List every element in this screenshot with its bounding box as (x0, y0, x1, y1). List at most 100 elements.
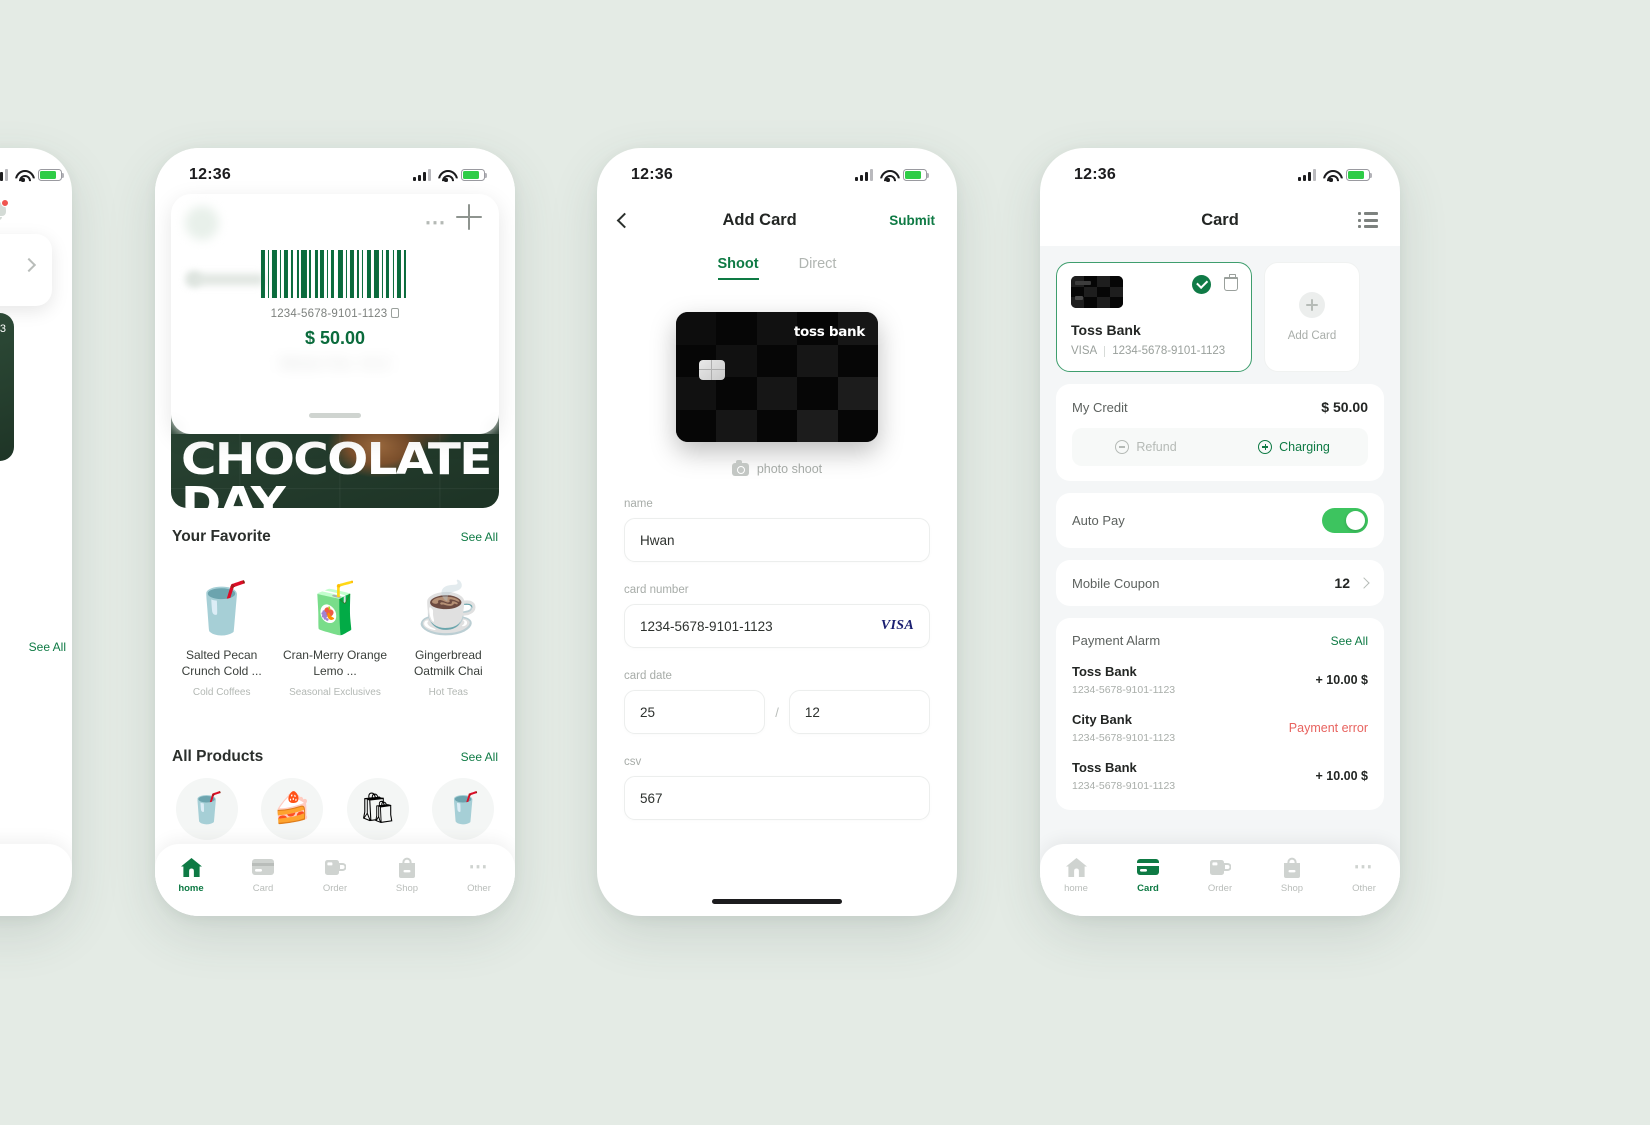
mug-icon (299, 855, 371, 879)
status-bar: 12:36 (155, 148, 515, 194)
see-all-favorites[interactable]: See All (29, 640, 66, 654)
refund-button[interactable]: Refund (1072, 440, 1220, 454)
plus-circle-icon (1258, 440, 1273, 454)
navigation-bar: Add Card Submit (597, 194, 957, 246)
tab-card[interactable]: Card (227, 855, 299, 894)
submit-button[interactable]: Submit (889, 213, 935, 228)
tab-home[interactable]: home (1040, 855, 1112, 894)
card-date-month-input[interactable]: 25 (624, 690, 766, 734)
ellipsis-icon[interactable]: ⋯ (0, 858, 72, 879)
minus-circle-icon (1115, 440, 1130, 454)
avatar-blur (185, 206, 219, 240)
auto-pay-toggle[interactable] (1322, 508, 1368, 533)
photo-shoot-button[interactable]: photo shoot (597, 460, 957, 476)
mobile-coupon-panel[interactable]: Mobile Coupon 12 (1056, 560, 1384, 606)
ellipsis-icon: ⋯ (468, 856, 490, 878)
see-all-payment-alarm[interactable]: See All (1331, 634, 1368, 648)
card-name: Toss Bank (1071, 322, 1141, 338)
phone-card: 12:36 Card Toss Bank VISA 1234-5678-9101… (1040, 148, 1400, 916)
alarm-bank: Toss Bank (1072, 664, 1137, 679)
battery-icon (461, 169, 488, 181)
card-date-year-input[interactable]: 12 (788, 690, 930, 734)
cellular-signal-icon (855, 169, 873, 181)
payment-alarm-row[interactable]: Toss Bank 1234-5678-9101-1123 + 10.00 $ (1072, 760, 1368, 792)
date-separator: / (775, 704, 779, 720)
favorite-name: Gingerbread Oatmilk Chai (413, 648, 483, 678)
copy-icon[interactable] (391, 308, 400, 318)
favorite-category: Seasonal Exclusives (289, 686, 381, 698)
mug-icon (1184, 855, 1256, 879)
tab-other[interactable]: ⋯ Other (1328, 855, 1400, 895)
favorite-item[interactable]: ☕ Gingerbread Oatmilk Chai Hot Teas (394, 560, 503, 698)
barcode-card-partial[interactable] (0, 234, 52, 306)
tab-order[interactable]: Order (1184, 855, 1256, 894)
field-name: name Hwan (597, 498, 957, 562)
favorite-category: Hot Teas (428, 686, 468, 698)
list-icon[interactable] (1358, 212, 1378, 228)
wifi-icon (15, 169, 31, 182)
tab-label-other: Other (467, 883, 491, 894)
status-time: 12:36 (189, 166, 231, 183)
promo-banner-partial[interactable]: 1/3 (0, 313, 14, 461)
cellular-signal-icon (0, 169, 8, 181)
auto-pay-row: Auto Pay (1072, 508, 1368, 533)
status-bar: 12:36 (1040, 148, 1400, 194)
battery-icon (38, 169, 65, 181)
favorite-category: Cold Coffees (192, 686, 251, 698)
chevron-right-icon[interactable] (21, 257, 37, 273)
payment-alarm-row[interactable]: City Bank 1234-5678-9101-1123 Payment er… (1072, 712, 1368, 744)
tab-label-other: Other (1352, 883, 1376, 894)
see-all-favorites[interactable]: See All (461, 530, 498, 544)
drag-handle[interactable] (309, 413, 361, 418)
tab-other[interactable]: ⋯ Other (443, 855, 515, 895)
tab-shop[interactable]: Shop (1256, 855, 1328, 894)
csv-input[interactable]: 567 (624, 776, 930, 820)
check-circle-icon[interactable] (1192, 275, 1211, 294)
mobile-coupon-label: Mobile Coupon (1072, 575, 1160, 591)
plus-icon[interactable] (456, 204, 482, 230)
tab-order[interactable]: Order (299, 855, 371, 894)
favorite-item[interactable]: 🥤 Salted Pecan Crunch Cold ... Cold Coff… (167, 560, 276, 698)
favorite-item[interactable]: 🧃 Cran-Merry Orange Lemo ... Seasonal Ex… (280, 560, 389, 698)
alarm-number: 1234-5678-9101-1123 (1072, 732, 1176, 744)
name-input[interactable]: Hwan (624, 518, 930, 562)
ellipsis-icon[interactable]: ⋯ (425, 212, 448, 233)
tab-label-order: Order (1207, 883, 1233, 894)
field-card-number: card number 1234-5678-9101-1123 VISA (597, 584, 957, 648)
card-thumbnail (1071, 276, 1123, 308)
segmented-control: Shoot Direct (597, 256, 957, 280)
alarm-amount: + 10.00 $ (1315, 769, 1368, 783)
phone-home: 12:36 WORLD CHOCOLATE DAY ⋯ (155, 148, 515, 916)
alarm-bank: Toss Bank (1072, 760, 1137, 775)
mobile-coupon-row: Mobile Coupon 12 (1072, 575, 1370, 591)
charging-button[interactable]: Charging (1220, 440, 1368, 454)
payment-alarm-row[interactable]: Toss Bank 1234-5678-9101-1123 + 10.00 $ (1072, 664, 1368, 696)
screenshot-stage: 1/3 See All ☕ ngerbread milk Chai Hot Te… (0, 0, 1650, 1125)
card-date-month-value: 25 (640, 704, 656, 720)
tab-label-card: Card (252, 883, 274, 894)
tab-direct[interactable]: Direct (799, 256, 837, 280)
chevron-left-icon[interactable] (616, 212, 633, 228)
status-time: 12:36 (631, 166, 673, 183)
tab-label-home: home (1064, 883, 1088, 894)
see-all-products[interactable]: See All (461, 750, 498, 764)
card-preview-image: toss bank (676, 312, 878, 442)
favorite-name: Salted Pecan Crunch Cold ... (181, 648, 262, 678)
add-card-button[interactable]: Add Card (1264, 262, 1360, 372)
tab-shoot[interactable]: Shoot (717, 256, 759, 280)
tab-shop[interactable]: Shop (371, 855, 443, 894)
tab-home[interactable]: home (155, 855, 227, 894)
trash-icon[interactable] (1224, 274, 1238, 291)
home-icon (155, 855, 227, 879)
favorite-name: Cran-Merry Orange Lemo ... (282, 648, 387, 678)
tab-card[interactable]: Card (1112, 855, 1184, 894)
card-icon (1112, 855, 1184, 879)
auto-pay-label: Auto Pay (1072, 513, 1125, 528)
tab-label-other[interactable]: Other (0, 884, 72, 895)
card-list-item[interactable]: Toss Bank VISA 1234-5678-9101-1123 (1056, 262, 1252, 372)
barcode-card[interactable]: ⋯ 1234-5678-9101-1123 $ 50.00 Effective … (171, 194, 499, 434)
card-number-input[interactable]: 1234-5678-9101-1123 VISA (624, 604, 930, 648)
payment-alarm-header: Payment Alarm See All (1072, 633, 1368, 648)
chevron-right-icon[interactable] (1358, 577, 1370, 589)
bell-icon[interactable] (0, 199, 9, 220)
